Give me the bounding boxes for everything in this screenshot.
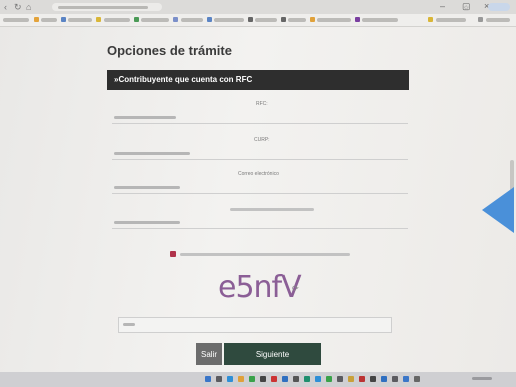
terms-label [180,253,350,256]
reading-list-icon [478,17,483,22]
confirm-email-field[interactable] [112,216,408,229]
bookmark-item[interactable] [214,18,244,22]
bookmark-icon [34,17,39,22]
url-bar[interactable] [52,3,162,11]
bookmark-icon [96,17,101,22]
rfc-field[interactable] [112,111,408,124]
email-field[interactable] [112,181,408,194]
side-arrow-icon[interactable] [478,185,516,235]
taskbar-app-icon[interactable] [348,376,354,382]
bookmark-icon [207,17,212,22]
bookmark-icon [310,17,315,22]
reload-icon[interactable]: ↻ [14,2,22,12]
taskbar-app-icon[interactable] [249,376,255,382]
bookmark-item[interactable] [41,18,57,22]
profile-button[interactable] [488,3,510,11]
exit-button[interactable]: Salir [196,343,222,365]
folder-icon [428,17,433,22]
next-button[interactable]: Siguiente [224,343,321,365]
rfc-value [114,116,176,119]
terms-checkbox[interactable] [170,251,176,257]
email-value [114,186,180,189]
taskbar-app-icon[interactable] [381,376,387,382]
bookmarks-bar [0,14,516,27]
section-header: »Contribuyente que cuenta con RFC [107,70,409,90]
bookmark-item[interactable] [288,18,306,22]
bookmark-icon [281,17,286,22]
captcha-image: e5nfV ⟳ [218,270,302,308]
taskbar-app-icon[interactable] [370,376,376,382]
taskbar-app-icon[interactable] [227,376,233,382]
bookmark-icon [248,17,253,22]
taskbar-app-icon[interactable] [326,376,332,382]
bookmark-item[interactable] [104,18,130,22]
bookmark-item[interactable] [181,18,203,22]
taskbar-app-icon[interactable] [293,376,299,382]
bookmark-icon [61,17,66,22]
url-text [58,6,148,9]
monitor-screen: ‹ ↻ ⌂ – ▢ × ☆ Opciones de trámite »Contr… [0,0,516,387]
taskbar-app-icon[interactable] [216,376,222,382]
bookmark-item[interactable] [317,18,351,22]
curp-field[interactable] [112,147,408,160]
taskbar-app-icon[interactable] [359,376,365,382]
browser-toolbar: ‹ ↻ ⌂ – ▢ × ☆ [0,0,516,14]
back-icon[interactable]: ‹ [4,2,7,12]
taskbar-app-icon[interactable] [205,376,211,382]
home-icon[interactable]: ⌂ [26,2,31,12]
taskbar-app-icon[interactable] [414,376,420,382]
taskbar-app-icon[interactable] [282,376,288,382]
taskbar-app-icon[interactable] [315,376,321,382]
taskbar-app-icon[interactable] [238,376,244,382]
taskbar-app-icon[interactable] [337,376,343,382]
captcha-input[interactable] [118,317,392,333]
refresh-icon[interactable]: ⟳ [292,284,299,293]
taskbar-clock [472,377,492,380]
bookmark-item[interactable] [141,18,169,22]
captcha-text: e5nfV [218,270,302,305]
captcha-input-value [123,323,135,326]
bookmark-icon [134,17,139,22]
confirm-email-value [114,221,180,224]
bookmark-item[interactable] [436,18,466,22]
bookmark-item[interactable] [3,18,29,22]
taskbar-app-icon[interactable] [304,376,310,382]
taskbar-app-icon[interactable] [392,376,398,382]
rfc-label: RFC: [256,101,268,107]
confirm-email-label [230,208,314,211]
bookmark-icon [355,17,360,22]
taskbar-app-icon[interactable] [271,376,277,382]
curp-value [114,152,190,155]
taskbar-app-icon[interactable] [260,376,266,382]
bookmark-item[interactable] [68,18,92,22]
bookmark-item[interactable] [486,18,510,22]
bookmark-item[interactable] [255,18,277,22]
taskbar [0,372,516,387]
star-icon[interactable]: ☆ [463,4,469,14]
email-label: Correo electrónico [238,171,279,177]
taskbar-app-icon[interactable] [403,376,409,382]
bookmark-item[interactable] [362,18,398,22]
bookmark-icon [173,17,178,22]
curp-label: CURP: [254,137,270,143]
page-title: Opciones de trámite [107,43,232,58]
minimize-icon[interactable]: – [440,1,445,11]
